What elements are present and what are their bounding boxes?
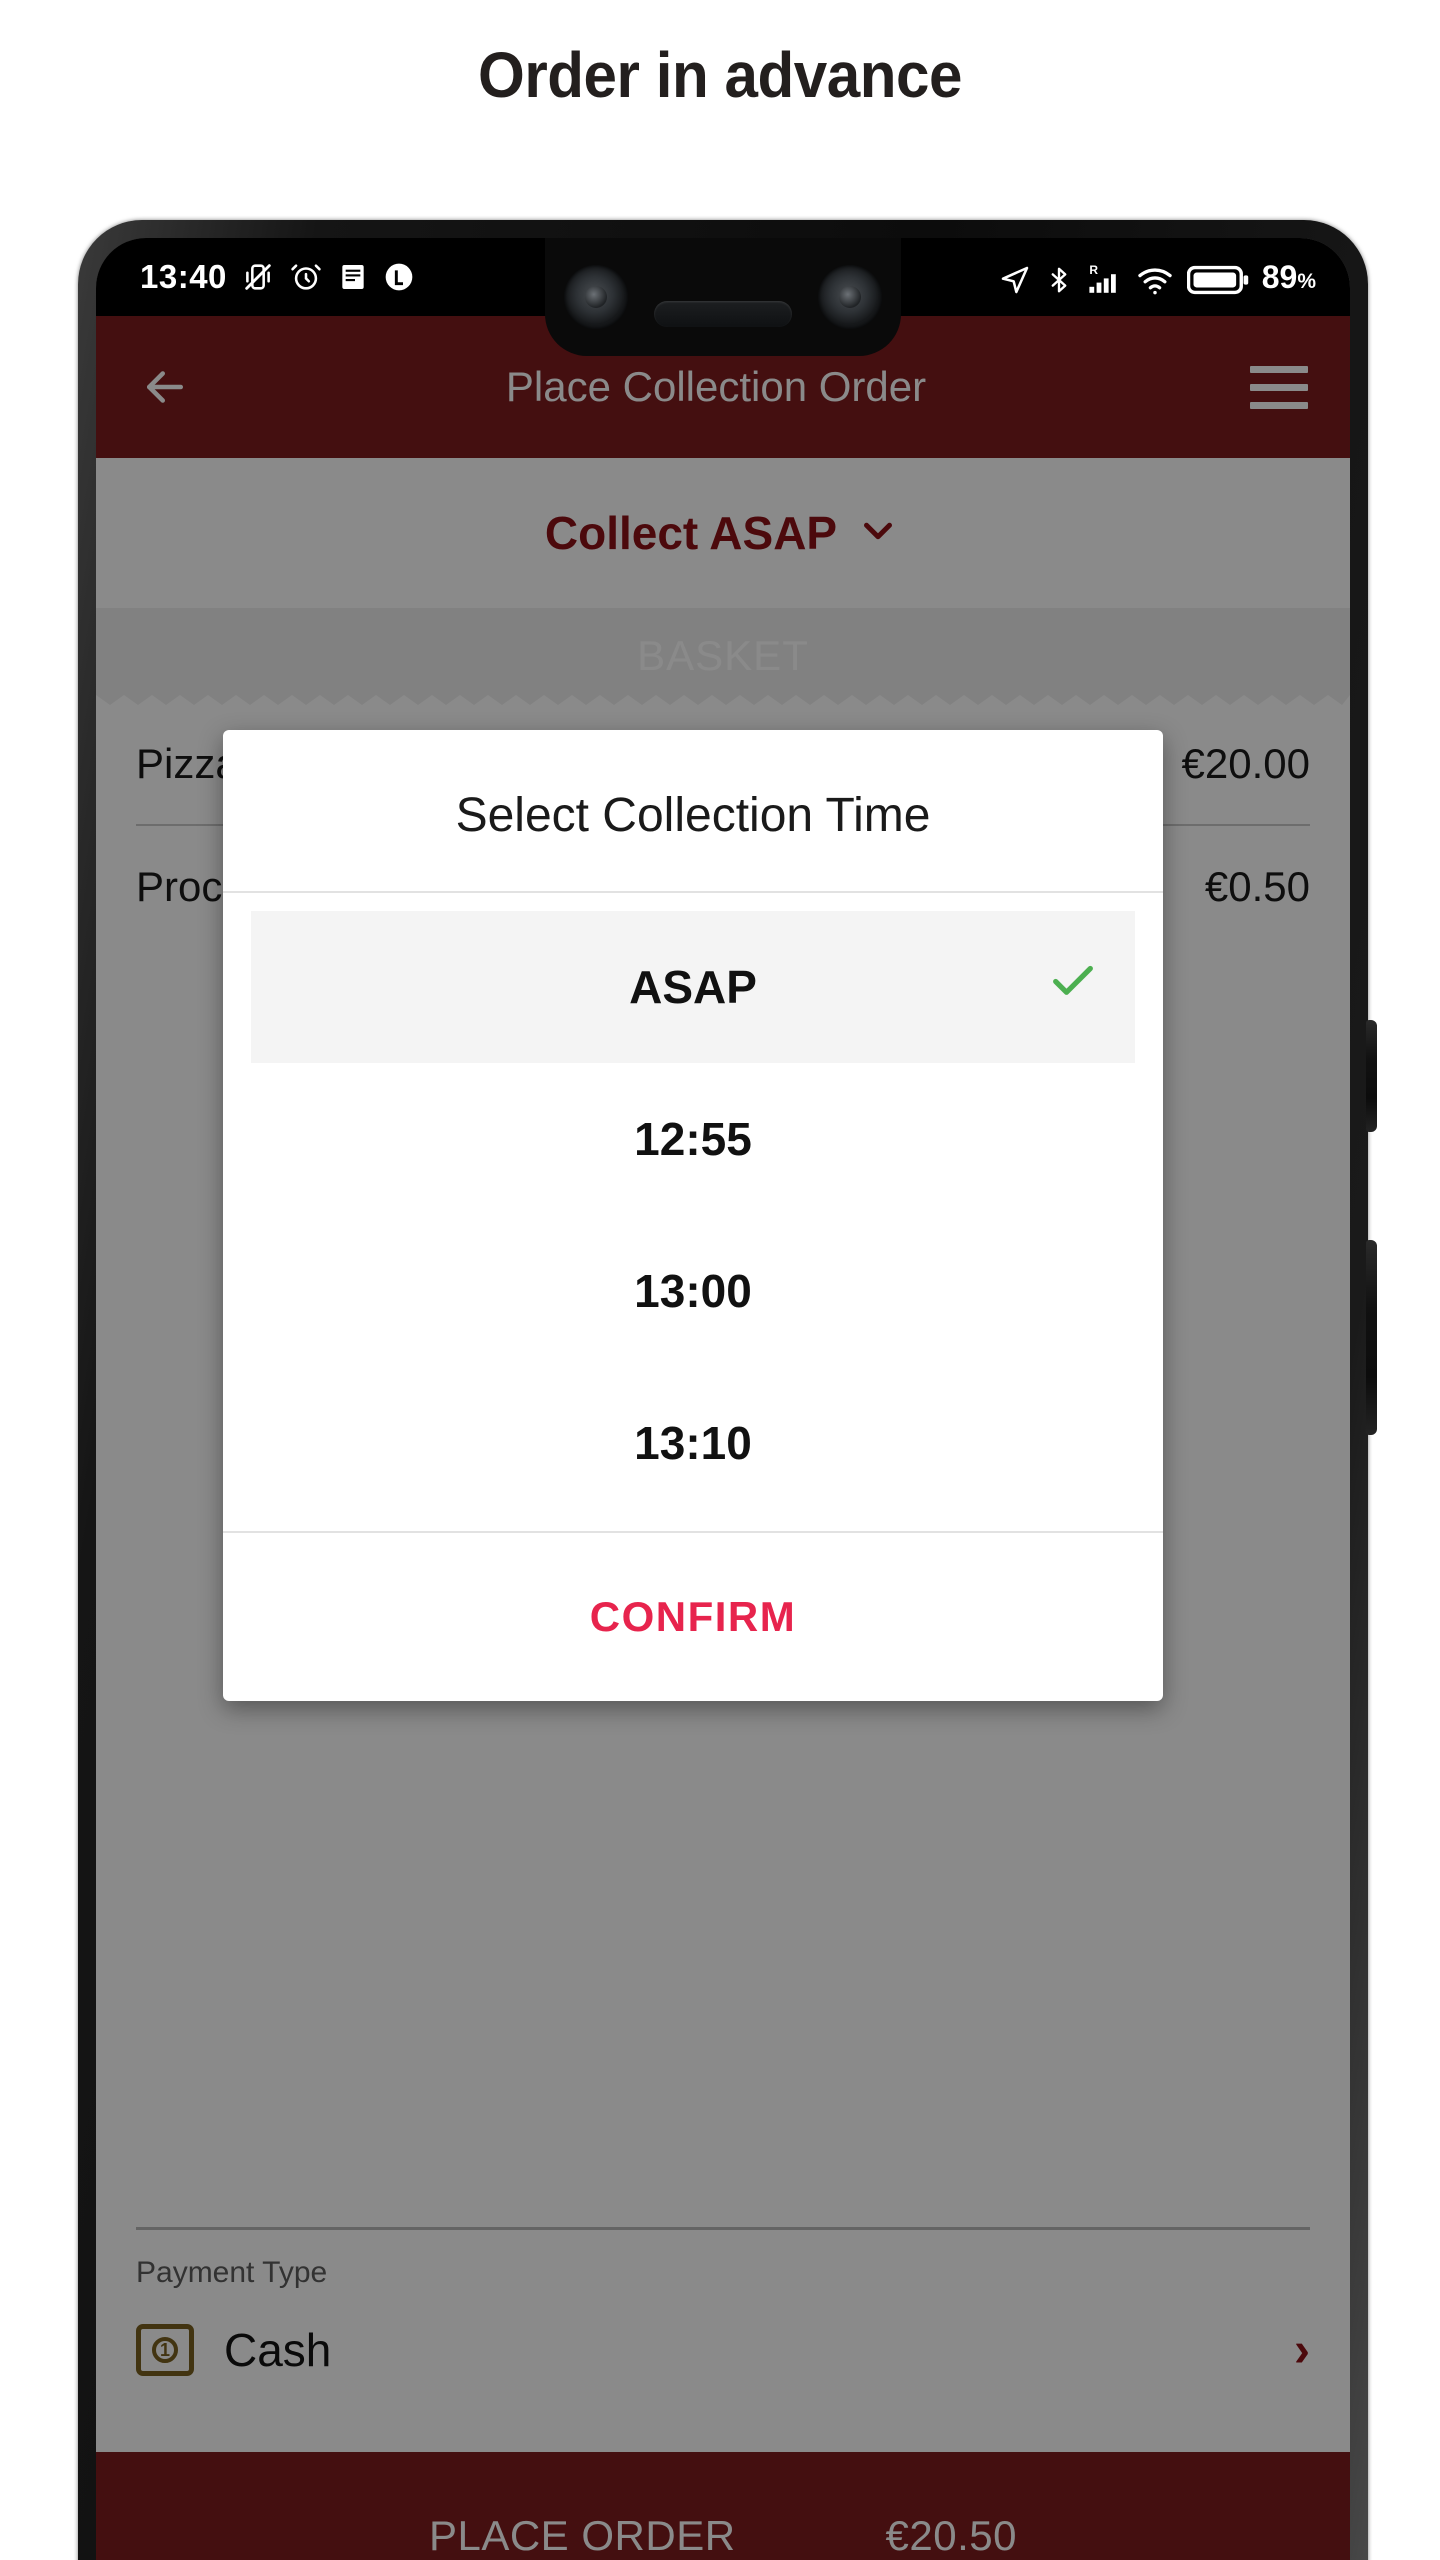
page-title: Order in advance [478,39,962,111]
check-icon [1047,956,1099,1019]
time-option-1310[interactable]: 13:10 [251,1367,1135,1519]
time-option-label: 12:55 [634,1113,752,1165]
front-camera-icon [564,265,628,329]
battery-icon [1186,264,1249,296]
battery-percentage: 89% [1261,258,1316,295]
dialog-title: Select Collection Time [455,789,931,842]
svg-text:R: R [1089,263,1098,277]
wifi-icon [1136,264,1174,296]
alarm-icon [289,260,323,294]
roaming-signal-icon: R [1087,262,1123,296]
time-option-1300[interactable]: 13:00 [251,1215,1135,1367]
phone-power-button[interactable] [1366,1240,1377,1435]
phone-volume-button[interactable] [1366,1020,1377,1132]
front-camera-secondary-icon [818,265,882,329]
status-bar: 13:40 R 89% [96,238,1350,356]
confirm-button-label: CONFIRM [589,1593,797,1640]
phone-device: Place Collection Order Collect ASAP BASK… [78,220,1377,2560]
confirm-button[interactable]: CONFIRM [223,1533,1163,1701]
phone-screen: Place Collection Order Collect ASAP BASK… [96,238,1350,2560]
status-bar-clock: 13:40 [140,258,227,295]
phone-bezel: Place Collection Order Collect ASAP BASK… [96,238,1350,2560]
time-option-label: 13:10 [634,1417,752,1469]
time-option-1255[interactable]: 12:55 [251,1063,1135,1215]
dnd-l-icon [383,261,415,293]
status-bar-left: 13:40 [140,258,415,296]
earpiece-speaker [654,301,792,327]
note-icon [337,261,369,293]
time-option-asap[interactable]: ASAP [251,911,1135,1063]
time-option-label: 13:00 [634,1265,752,1317]
vibrate-off-icon [241,260,275,294]
bluetooth-icon [1044,264,1074,296]
status-bar-right: R 89% [999,259,1316,296]
time-option-label: ASAP [629,961,757,1013]
page-root: Order in advance Place Collection Order [0,0,1440,2560]
select-collection-time-dialog: Select Collection Time ASAP 12:55 13:00 … [223,730,1163,1701]
phone-notch [545,238,901,356]
location-arrow-icon [999,264,1031,296]
dialog-options-list: ASAP 12:55 13:00 13:10 [223,893,1163,1531]
